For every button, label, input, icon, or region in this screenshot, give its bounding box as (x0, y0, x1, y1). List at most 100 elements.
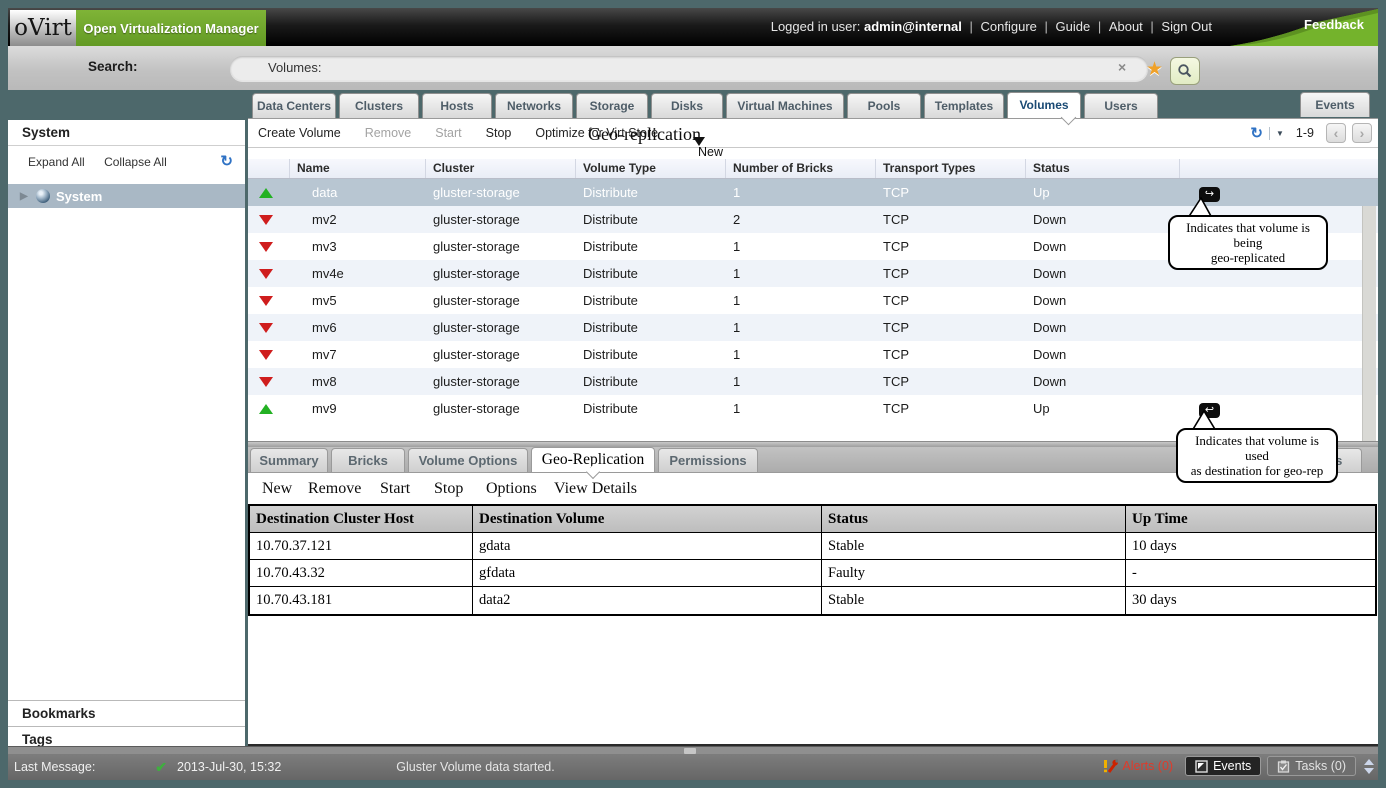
tree-refresh-icon[interactable]: ↻ (220, 152, 233, 170)
cell-status: Down (1026, 206, 1180, 233)
geo-new-button[interactable]: New (262, 480, 292, 498)
expander-icon[interactable]: ▶ (20, 191, 30, 202)
detail-cell: Stable (822, 587, 1126, 614)
column-status[interactable]: Status (1026, 159, 1180, 178)
tab-storage[interactable]: Storage (576, 93, 648, 118)
collapse-all-link[interactable]: Collapse All (104, 155, 167, 169)
geo-options-button[interactable]: Options (486, 480, 537, 498)
status-arrow-cell (248, 179, 290, 206)
tab-data-centers[interactable]: Data Centers (252, 93, 336, 118)
column-transport-types[interactable]: Transport Types (876, 159, 1026, 178)
table-row-mv5[interactable]: mv5gluster-storageDistribute1TCPDown (248, 287, 1378, 314)
cell-name: mv7 (290, 341, 426, 368)
horizontal-scrollbar[interactable] (8, 746, 1378, 754)
status-arrow-cell (248, 206, 290, 233)
column-volume-type[interactable]: Volume Type (576, 159, 726, 178)
remove-button[interactable]: Remove (365, 126, 412, 140)
detail-cell: 10.70.43.32 (250, 560, 473, 587)
cell-status: Up (1026, 179, 1180, 206)
detail-row-10-70-43-181[interactable]: 10.70.43.181data2Stable30 days (250, 587, 1375, 614)
tab-networks[interactable]: Networks (495, 93, 573, 118)
expand-all-link[interactable]: Expand All (28, 155, 85, 169)
alerts-button[interactable]: Alerts (0) (1096, 757, 1179, 776)
header-link-configure[interactable]: Configure (981, 19, 1037, 34)
header-user-links: Logged in user: admin@internal | Configu… (771, 19, 1212, 34)
events-label: Events (1213, 759, 1251, 773)
separator: | (1090, 19, 1109, 34)
detail-tabs: SummaryBricksVolume OptionsGeo-Replicati… (250, 447, 758, 472)
detail-tab-bricks[interactable]: Bricks (331, 448, 405, 472)
cell-cluster: gluster-storage (426, 206, 576, 233)
column-cluster[interactable]: Cluster (426, 159, 576, 178)
detail-tab-permissions[interactable]: Permissions (658, 448, 758, 472)
prev-page-button[interactable]: ‹ (1326, 123, 1346, 143)
feedback-label[interactable]: Feedback (1304, 17, 1364, 32)
tab-disks[interactable]: Disks (651, 93, 723, 118)
bookmarks-section[interactable]: Bookmarks (8, 700, 245, 726)
tab-templates[interactable]: Templates (924, 93, 1004, 118)
detail-tab-volume-options[interactable]: Volume Options (408, 448, 528, 472)
detail-row-10-70-37-121[interactable]: 10.70.37.121gdataStable10 days (250, 533, 1375, 560)
refresh-options-caret-icon[interactable]: ▼ (1276, 129, 1284, 138)
ovirt-admin-portal: oVirt Open Virtualization Manager Logged… (0, 0, 1386, 788)
tab-clusters[interactable]: Clusters (339, 93, 419, 118)
tab-virtual-machines[interactable]: Virtual Machines (726, 93, 844, 118)
cell-trailing (1180, 341, 1378, 368)
detail-row-10-70-43-32[interactable]: 10.70.43.32gfdataFaulty- (250, 560, 1375, 587)
column-trailing (1180, 159, 1378, 178)
header-link-sign-out[interactable]: Sign Out (1161, 19, 1212, 34)
next-page-button[interactable]: › (1352, 123, 1372, 143)
divider (1269, 127, 1270, 140)
column-name[interactable]: Name (290, 159, 426, 178)
header-link-guide[interactable]: Guide (1056, 19, 1091, 34)
table-row-mv8[interactable]: mv8gluster-storageDistribute1TCPDown (248, 368, 1378, 395)
tab-hosts[interactable]: Hosts (422, 93, 492, 118)
table-row-mv6[interactable]: mv6gluster-storageDistribute1TCPDown (248, 314, 1378, 341)
vertical-scrollbar[interactable] (1362, 206, 1376, 441)
status-bar-controls: Alerts (0) Events Tasks (0) (1096, 756, 1374, 776)
cell-transport: TCP (876, 233, 1026, 260)
start-button[interactable]: Start (435, 126, 461, 140)
search-label: Search: (88, 59, 138, 74)
search-button[interactable] (1170, 57, 1200, 85)
tree-item-system[interactable]: ▶ System (8, 184, 245, 208)
column-number-of-bricks[interactable]: Number of Bricks (726, 159, 876, 178)
main-tab-bar: Data CentersClustersHostsNetworksStorage… (252, 92, 1158, 118)
status-panel-toggle[interactable] (1364, 759, 1374, 774)
tab-users[interactable]: Users (1084, 93, 1158, 118)
geo-remove-button[interactable]: Remove (308, 480, 361, 498)
stop-button[interactable]: Stop (486, 126, 512, 140)
separator: | (1143, 19, 1162, 34)
refresh-icon[interactable]: ↻ (1250, 124, 1263, 142)
callout-geo-destination: Indicates that volume is used as destina… (1176, 428, 1338, 483)
geo-start-button[interactable]: Start (380, 480, 410, 498)
cell-bricks: 2 (726, 206, 876, 233)
callout-line: geo-replicated (1178, 250, 1318, 265)
cell-status: Down (1026, 287, 1180, 314)
geo-view-details-button[interactable]: View Details (554, 480, 637, 498)
tab-events[interactable]: Events (1300, 92, 1370, 117)
grid-header: NameClusterVolume TypeNumber of BricksTr… (248, 159, 1378, 179)
cell-transport: TCP (876, 341, 1026, 368)
search-input[interactable]: Volumes: (230, 56, 1148, 81)
tab-pools[interactable]: Pools (847, 93, 921, 118)
detail-tab-summary[interactable]: Summary (250, 448, 328, 472)
detail-column-destination-cluster-host: Destination Cluster Host (250, 506, 473, 532)
header-link-about[interactable]: About (1109, 19, 1143, 34)
events-button[interactable]: Events (1185, 756, 1261, 776)
clear-search-icon[interactable]: × (1118, 59, 1126, 75)
detail-cell: 10.70.37.121 (250, 533, 473, 560)
status-arrow-cell (248, 341, 290, 368)
cell-trailing (1180, 314, 1378, 341)
status-arrow-cell (248, 314, 290, 341)
geo-stop-button[interactable]: Stop (434, 480, 463, 498)
detail-table-body: 10.70.37.121gdataStable10 days10.70.43.3… (250, 533, 1375, 614)
create-volume-button[interactable]: Create Volume (258, 126, 341, 140)
volume-down-arrow-icon (259, 296, 273, 306)
bookmark-star-icon[interactable]: ★ (1146, 58, 1163, 81)
product-title: Open Virtualization Manager (76, 10, 266, 46)
separator: | (1037, 19, 1056, 34)
tasks-button[interactable]: Tasks (0) (1267, 756, 1356, 776)
table-row-mv7[interactable]: mv7gluster-storageDistribute1TCPDown (248, 341, 1378, 368)
grid-pager: ↻ ▼ 1-9 ‹ › (1250, 123, 1372, 143)
